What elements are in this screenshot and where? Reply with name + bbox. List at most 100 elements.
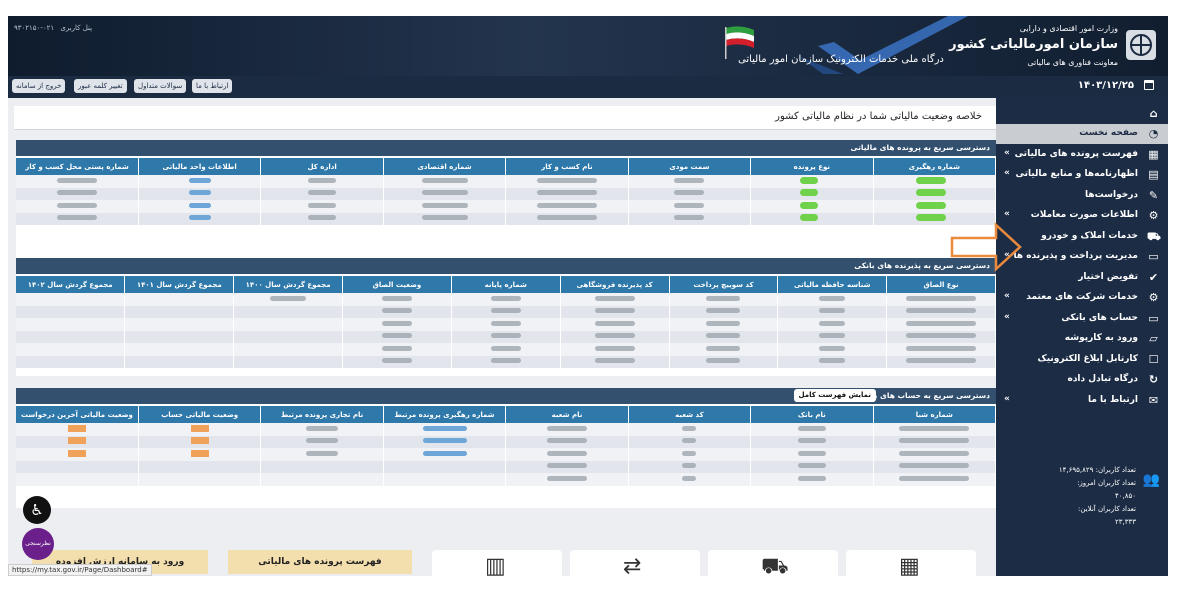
table-row[interactable] (16, 448, 996, 461)
brand-block[interactable]: وزارت امور اقتصادی و دارایی سازمان امورم… (949, 20, 1160, 74)
column-header[interactable]: شناسه حافظه مالیاتی (777, 276, 888, 293)
table-row[interactable] (16, 435, 996, 448)
quick-card[interactable]: ▥ (432, 550, 562, 576)
quick-card[interactable]: ▦ (846, 550, 976, 576)
chevron-icon[interactable]: « (1004, 312, 1010, 322)
sidebar-item[interactable]: ▤ اظهارنامه‌ها و منابع مالیاتی « (996, 165, 1168, 185)
column-header[interactable]: کد شعبه (628, 406, 752, 423)
home-icon[interactable]: ⌂ (1147, 107, 1160, 120)
table-cell (560, 305, 670, 318)
column-header[interactable]: مجموع گردش سال ۱۴۰۰ (233, 276, 344, 293)
sidebar-item-home-icon-row[interactable]: ⌂ (996, 104, 1168, 124)
sidebar-item[interactable]: ✉ ارتباط با ما « (996, 391, 1168, 411)
table-cell (505, 473, 629, 486)
column-header[interactable]: نام شعبه (505, 406, 629, 423)
sidebar-item[interactable]: ✎ درخواست‌ها (996, 186, 1168, 206)
sidebar-item-label: ورود به کارپوشه (1064, 333, 1138, 343)
table-row[interactable] (16, 423, 996, 436)
sidebar-item-label: حساب های بانکی (1061, 312, 1138, 323)
redacted-value (188, 190, 211, 196)
table-row[interactable] (16, 305, 996, 318)
table-row[interactable] (16, 212, 996, 225)
column-header[interactable]: نوع الصاق (886, 276, 996, 293)
sidebar-item-label: خدمات املاک و خودرو (1041, 230, 1138, 241)
table-cell (138, 473, 262, 486)
table-cell (383, 175, 507, 188)
faq-button[interactable]: سوالات متداول (134, 79, 187, 93)
column-header[interactable]: مجموع گردش سال ۱۴۰۱ (124, 276, 235, 293)
table-row[interactable] (16, 318, 996, 331)
top-left-item[interactable]: پنل کاربری (60, 24, 92, 32)
sidebar-item[interactable]: ⚙ خدمات شرکت های معتمد « (996, 288, 1168, 308)
table-row[interactable] (16, 293, 996, 306)
table-row[interactable] (16, 355, 996, 368)
quick-card[interactable]: ⛟ (708, 550, 838, 576)
chevron-icon[interactable]: « (1004, 394, 1010, 404)
show-full-list-button[interactable]: نمایش فهرست کامل (793, 389, 876, 402)
exchange-icon: ↻ (1148, 373, 1159, 386)
redacted-value (906, 295, 977, 301)
redacted-value (381, 320, 412, 326)
quick-links: ورود به سامانه ارزش افزوده فهرست پرونده … (8, 550, 996, 576)
table-row[interactable] (16, 330, 996, 343)
table-cell (628, 200, 752, 213)
quick-card[interactable]: ⇄ (570, 550, 700, 576)
table-cell (505, 460, 629, 473)
column-header[interactable]: سمت مودی (628, 158, 752, 175)
accessibility-icon[interactable]: ♿ (23, 496, 51, 524)
sidebar-item[interactable]: ↻ درگاه تبادل داده (996, 370, 1168, 390)
redacted-value (536, 177, 597, 183)
survey-button[interactable]: نظرسنجی (22, 528, 54, 560)
column-header[interactable]: شماره شبا (873, 406, 996, 423)
table-row[interactable] (16, 175, 996, 188)
column-header[interactable]: نام بانک (750, 406, 874, 423)
column-header[interactable]: شماره پستی محل کسب و کار (16, 158, 139, 175)
redacted-value (188, 202, 211, 208)
column-header[interactable]: اطلاعات واحد مالیاتی (138, 158, 262, 175)
table-row[interactable] (16, 187, 996, 200)
column-header[interactable]: کد پذیرنده فروشگاهی (560, 276, 670, 293)
chevron-icon[interactable]: « (1004, 168, 1010, 178)
column-header[interactable]: شماره رهگیری (873, 158, 996, 175)
column-header[interactable]: شماره پایانه (451, 276, 561, 293)
redacted-value (819, 308, 846, 314)
table-row[interactable] (16, 200, 996, 213)
chevron-icon[interactable]: « (1004, 148, 1010, 158)
redacted-value (706, 320, 741, 326)
change-password-button[interactable]: تغییر کلمه عبور (74, 79, 127, 93)
table-cell (124, 343, 235, 356)
sidebar-item[interactable]: ◔ صفحه نخست (996, 124, 1168, 144)
sidebar-item[interactable]: ▱ ورود به کارپوشه (996, 329, 1168, 349)
sidebar-item[interactable]: ▦ فهرست پرونده های مالیاتی « (996, 145, 1168, 165)
table-cell (628, 212, 752, 225)
sidebar-item[interactable]: ▭ حساب های بانکی « (996, 309, 1168, 329)
column-header[interactable]: وضعیت الصاق (342, 276, 452, 293)
table-cell (16, 473, 139, 486)
column-header[interactable]: نوع پرونده (750, 158, 874, 175)
table-row[interactable] (16, 343, 996, 356)
column-header[interactable]: وضعیت مالیاتی حساب (138, 406, 262, 423)
table-cell (16, 293, 126, 306)
tax-files-list-button[interactable]: فهرست پرونده های مالیاتی (228, 550, 412, 574)
table-row[interactable] (16, 460, 996, 473)
column-header[interactable]: شماره رهگیری پرونده مرتبط (383, 406, 507, 423)
column-header[interactable]: کد سوییچ پرداخت (669, 276, 779, 293)
logout-button[interactable]: خروج از سامانه (12, 79, 66, 93)
chevron-icon[interactable]: « (1004, 291, 1010, 301)
page-title: خلاصه وضعیت مالیاتی شما در نظام مالیاتی … (775, 111, 982, 122)
redacted-value (899, 463, 970, 469)
redacted-value (190, 437, 209, 445)
column-header[interactable]: نام کسب و کار (505, 158, 629, 175)
redacted-value (190, 449, 209, 457)
column-header[interactable]: مجموع گردش سال ۱۴۰۲ (16, 276, 126, 293)
sidebar-item[interactable]: ☐ کارتابل ابلاغ الکترونیک (996, 350, 1168, 370)
column-header[interactable]: نام تجاری پرونده مرتبط (260, 406, 384, 423)
sidebar-item-label: کارتابل ابلاغ الکترونیک (1037, 353, 1138, 364)
chevron-icon[interactable]: « (1004, 209, 1010, 219)
column-header[interactable]: اداره کل (260, 158, 384, 175)
table-cell (777, 305, 888, 318)
contact-button[interactable]: ارتباط با ما (192, 79, 233, 93)
column-header[interactable]: وضعیت مالیاتی آخرین درخواست (16, 406, 139, 423)
table-row[interactable] (16, 473, 996, 486)
column-header[interactable]: شماره اقتصادی (383, 158, 507, 175)
